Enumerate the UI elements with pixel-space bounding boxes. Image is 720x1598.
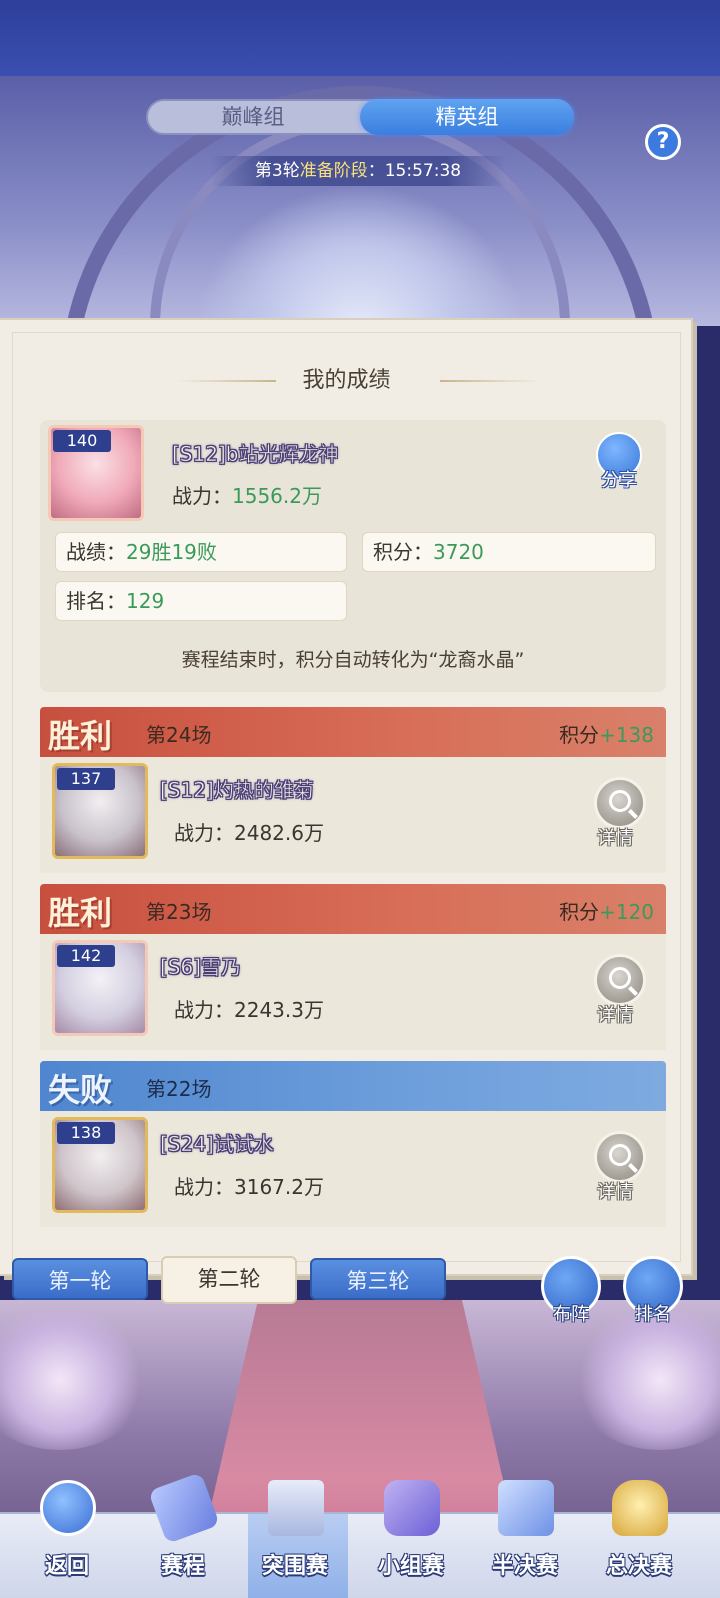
nav-semifinal-label: 半决赛 — [491, 1554, 558, 1579]
opponent-avatar[interactable]: 142 — [52, 940, 148, 1036]
player-power: 战力：1556.2万 — [172, 480, 322, 509]
conversion-note: 赛程结束时，积分自动转化为“龙裔水晶” — [181, 649, 525, 671]
score-value: +138 — [599, 723, 654, 747]
flower-decoration-left — [0, 1310, 150, 1450]
trophy-icon — [612, 1480, 668, 1536]
rank-box: 排名：129 — [55, 581, 347, 621]
match-header: 失败 第22场 — [40, 1061, 666, 1111]
match-result: 胜利 — [48, 717, 113, 755]
record-value: 29胜19败 — [126, 540, 217, 564]
opponent-power: 战力：2243.3万 — [174, 994, 324, 1023]
match-result: 胜利 — [48, 894, 113, 932]
nav-breakout-label: 突围赛 — [261, 1554, 328, 1579]
points-value: 3720 — [433, 540, 484, 564]
section-title: 我的成绩 — [302, 368, 391, 393]
score-value: +120 — [599, 900, 654, 924]
power-label: 战力： — [174, 998, 234, 1022]
opponent-avatar[interactable]: 138 — [52, 1117, 148, 1213]
nav-back[interactable]: 返回 — [12, 1476, 122, 1598]
record-label: 战绩： — [66, 540, 126, 564]
shield-sword-icon — [148, 1472, 220, 1544]
stage-timer-bar: 第3轮准备阶段：15:57:38 — [210, 156, 506, 186]
rank-value: 129 — [126, 589, 165, 613]
match-result: 失败 — [48, 1071, 113, 1109]
player-name: [S12]b站光辉龙神 — [172, 442, 339, 467]
share-button-label[interactable]: 分享 — [590, 466, 648, 492]
banner-flag-icon — [268, 1480, 324, 1536]
tab-round-1[interactable]: 第一轮 — [12, 1258, 148, 1300]
back-arrow-icon — [40, 1480, 96, 1536]
points-box: 积分：3720 — [362, 532, 656, 572]
nav-schedule[interactable]: 赛程 — [128, 1472, 238, 1598]
opponent-name: [S12]灼热的雏菊 — [160, 778, 314, 803]
opponent-level: 137 — [57, 768, 115, 790]
formation-button-label[interactable]: 布阵 — [541, 1300, 601, 1326]
record-box: 战绩：29胜19败 — [55, 532, 347, 572]
tab-round-3[interactable]: 第三轮 — [310, 1258, 446, 1300]
score-label: 积分 — [559, 900, 600, 924]
round-label: 第3轮 — [254, 161, 300, 181]
opponent-level: 138 — [57, 1122, 115, 1144]
nav-group-stage-label: 小组赛 — [377, 1554, 444, 1579]
opponent-power: 战力：2482.6万 — [174, 817, 324, 846]
power-value: 3167.2万 — [234, 1175, 324, 1199]
rank-label: 排名： — [66, 589, 126, 613]
match-header: 胜利 第24场 积分+138 — [40, 707, 666, 757]
flower-decoration-right — [570, 1310, 720, 1450]
nav-back-label: 返回 — [44, 1554, 89, 1579]
player-level: 140 — [53, 430, 111, 452]
magnifier-icon[interactable] — [594, 1131, 646, 1183]
ranking-button-label[interactable]: 排名 — [623, 1300, 683, 1326]
power-value: 2482.6万 — [234, 821, 324, 845]
opponent-level: 142 — [57, 945, 115, 967]
player-avatar[interactable]: 140 — [48, 425, 144, 521]
nav-final[interactable]: 总决赛 — [584, 1476, 694, 1598]
tab-round-2[interactable]: 第二轮 — [161, 1256, 297, 1304]
match-score: 积分+138 — [559, 719, 654, 748]
countdown-timer: 15:57:38 — [384, 161, 462, 181]
opponent-name: [S6]雪乃 — [160, 955, 242, 980]
match-number: 第23场 — [146, 900, 212, 924]
detail-button[interactable]: 详情 — [597, 1001, 633, 1027]
opponent-power: 战力：3167.2万 — [174, 1171, 324, 1200]
detail-button[interactable]: 详情 — [597, 1178, 633, 1204]
opponent-avatar[interactable]: 137 — [52, 763, 148, 859]
nav-semifinal[interactable]: 半决赛 — [470, 1476, 580, 1598]
match-number: 第22场 — [146, 1077, 212, 1101]
phase-label: 准备阶段 — [299, 161, 368, 181]
tab-peak-group[interactable]: 巅峰组 — [146, 99, 360, 135]
magnifier-icon[interactable] — [594, 954, 646, 1006]
top-banner — [0, 0, 720, 76]
nav-group-stage[interactable]: 小组赛 — [356, 1476, 466, 1598]
group-flag-icon — [384, 1480, 440, 1536]
power-label: 战力： — [174, 821, 234, 845]
points-label: 积分： — [373, 540, 433, 564]
match-number: 第24场 — [146, 723, 212, 747]
tab-elite-group[interactable]: 精英组 — [360, 99, 574, 135]
match-header: 胜利 第23场 积分+120 — [40, 884, 666, 934]
magnifier-icon[interactable] — [594, 777, 646, 829]
star-card-icon — [498, 1480, 554, 1536]
power-label: 战力： — [174, 1175, 234, 1199]
nav-final-label: 总决赛 — [605, 1554, 672, 1579]
nav-breakout[interactable]: 突围赛 — [240, 1476, 350, 1598]
power-label: 战力： — [172, 484, 232, 508]
match-score: 积分+120 — [559, 896, 654, 925]
group-tabs: 巅峰组 精英组 — [146, 99, 574, 135]
score-label: 积分 — [559, 723, 600, 747]
power-value: 2243.3万 — [234, 998, 324, 1022]
opponent-name: [S24]试试水 — [160, 1132, 274, 1157]
detail-button[interactable]: 详情 — [597, 824, 633, 850]
help-button[interactable]: ? — [645, 124, 681, 160]
nav-schedule-label: 赛程 — [160, 1554, 205, 1579]
power-value: 1556.2万 — [232, 484, 322, 508]
